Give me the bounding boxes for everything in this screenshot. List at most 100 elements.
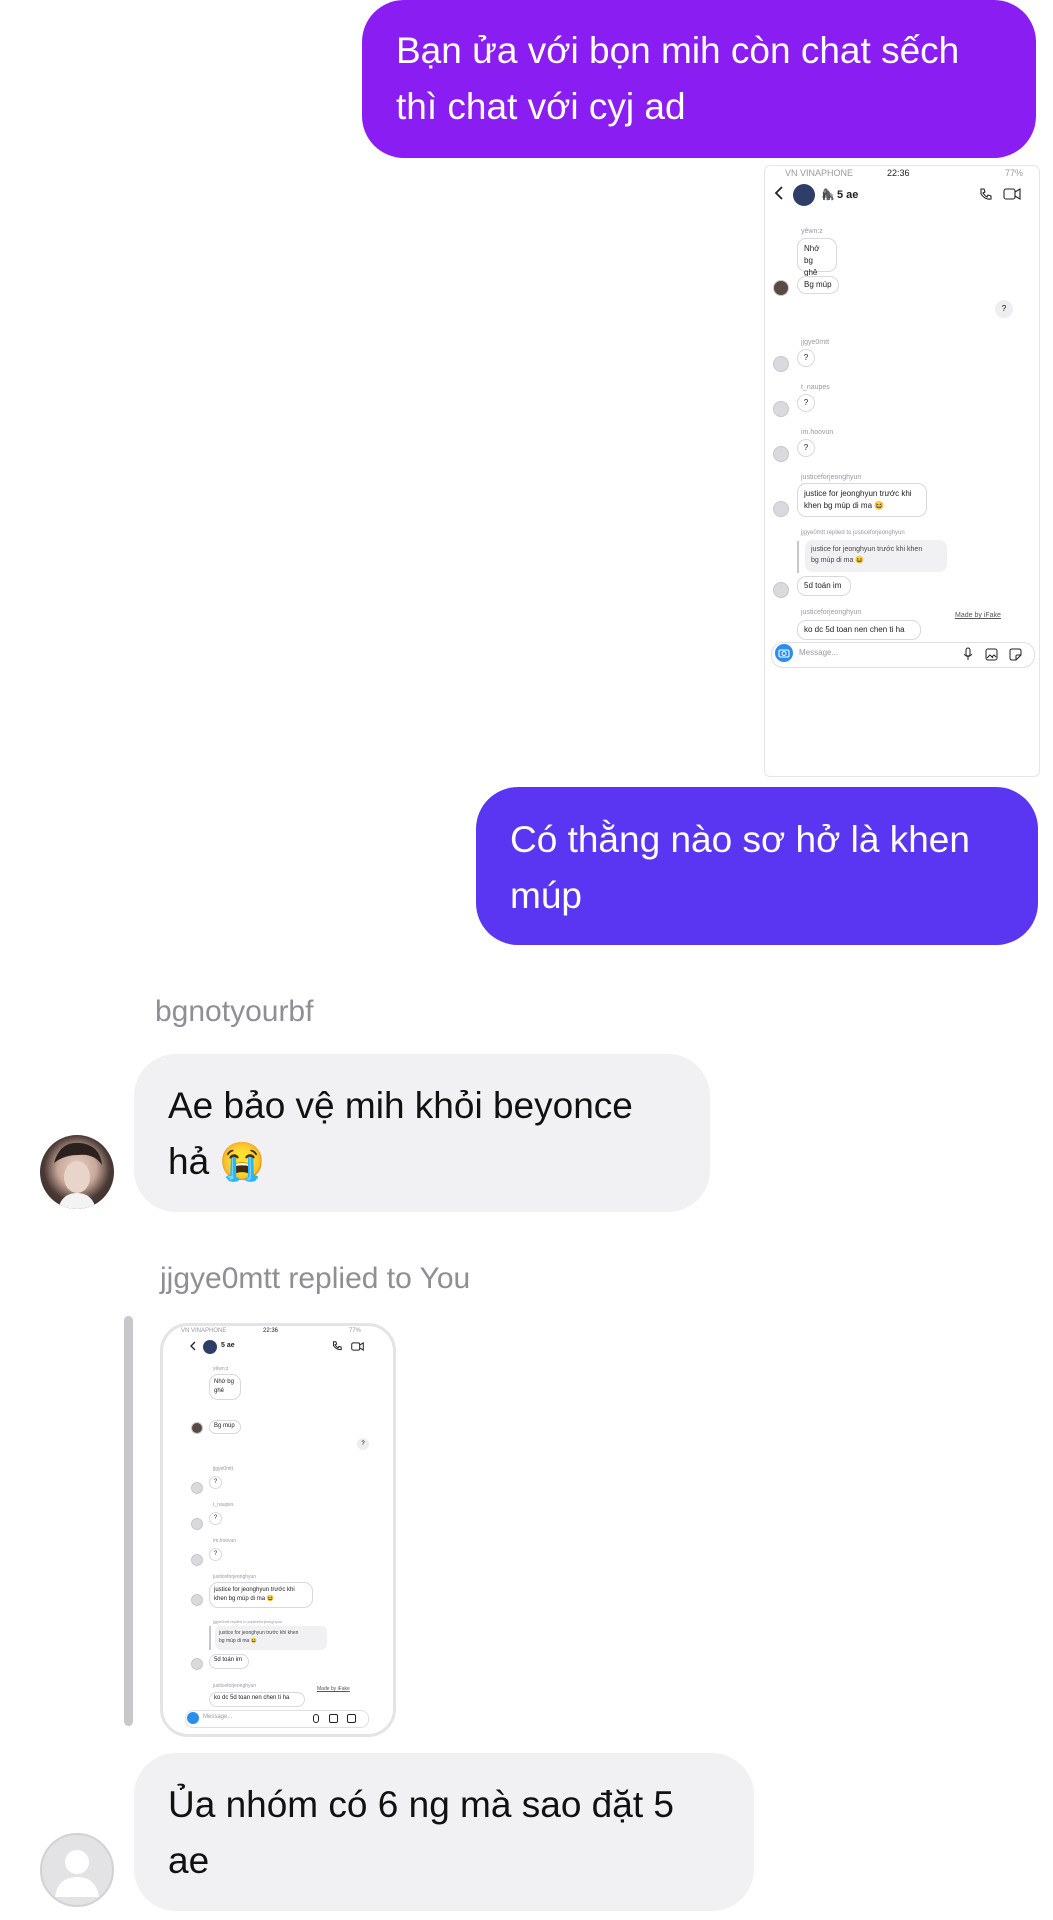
reply-header: jjgye0mtt replied to You bbox=[160, 1262, 471, 1295]
message-text-line: justice for jeonghyun trước khi bbox=[214, 1587, 295, 1593]
sender-name: t_naupes bbox=[801, 384, 830, 391]
camera-icon bbox=[187, 1712, 199, 1724]
message-bubble: ? bbox=[797, 394, 815, 412]
reply-bar bbox=[209, 1626, 211, 1650]
message-bubble: Bg múp bbox=[797, 276, 839, 294]
group-emoji: 🦍 bbox=[821, 189, 835, 201]
reply-quote: justice for jeonghyun trước khi khen bg … bbox=[215, 1626, 327, 1650]
group-avatar bbox=[203, 1340, 217, 1354]
reply-bar bbox=[124, 1316, 133, 1726]
message-text: ko dc 5d toan nen chen ti ha bbox=[804, 625, 905, 634]
sticker-icon bbox=[347, 1714, 356, 1723]
back-chevron-icon bbox=[771, 184, 787, 202]
reply-bar bbox=[797, 541, 799, 573]
shared-screenshot-image[interactable]: VN VINAPHONE 22:36 77% 🦍 5 ae yěwn:z Nhớ… bbox=[764, 165, 1040, 777]
gallery-icon bbox=[329, 1714, 338, 1723]
reply-label: jjgye0mtt replied to justiceforjeonghyun bbox=[801, 530, 905, 536]
message-text-line: justice for jeonghyun trước khi bbox=[804, 489, 912, 498]
status-carrier: VN VINAPHONE bbox=[181, 1328, 227, 1334]
phone-icon bbox=[331, 1340, 343, 1352]
message-bubble: Bg múp bbox=[209, 1420, 241, 1434]
reply-label: jjgye0mtt replied to justiceforjeonghyun bbox=[213, 1619, 283, 1624]
group-name: 5 ae bbox=[221, 1342, 235, 1349]
default-avatar-icon[interactable] bbox=[40, 1833, 114, 1907]
sender-name: justiceforjeonghyun bbox=[213, 1683, 257, 1689]
incoming-message-bubble[interactable]: Ủa nhóm có 6 ng mà sao đặt 5 ae bbox=[134, 1753, 754, 1911]
avatar bbox=[191, 1554, 203, 1566]
sticker-icon bbox=[1007, 646, 1023, 662]
message-text-line: Nhớ bg bbox=[214, 1379, 234, 1385]
message-bubble: ? bbox=[797, 349, 815, 367]
message-bubble: justice for jeonghyun trước khi khen bg … bbox=[797, 483, 927, 517]
avatar bbox=[191, 1518, 203, 1530]
message-text-line: Ae bảo vệ mih khỏi beyonce bbox=[168, 1085, 633, 1126]
message-text-line: Ủa nhóm có 6 ng mà sao đặt 5 bbox=[168, 1784, 674, 1825]
message-placeholder: Message... bbox=[203, 1714, 233, 1720]
status-carrier: VN VINAPHONE bbox=[785, 168, 854, 178]
status-time: 22:36 bbox=[263, 1328, 279, 1334]
reply-quote-line: bg múp di ma 😆 bbox=[811, 557, 865, 564]
message-text-line: hả 😭 bbox=[168, 1141, 266, 1182]
sender-name: im.hoovun bbox=[213, 1538, 237, 1544]
watermark-text: Made by iFake bbox=[955, 612, 1001, 619]
message-text-line: thì chat với cyj ad bbox=[396, 86, 686, 127]
sender-name: justiceforjeonghyun bbox=[801, 609, 862, 616]
message-bubble: Nhớ bg ghê bbox=[797, 238, 837, 277]
message-text-line: khen bg múp di ma 😆 bbox=[214, 1596, 275, 1602]
incoming-message-bubble[interactable]: Ae bảo vệ mih khỏi beyonce hả 😭 bbox=[134, 1054, 710, 1212]
video-call-icon bbox=[349, 1340, 365, 1352]
avatar bbox=[773, 582, 789, 598]
message-bubble: ? bbox=[995, 300, 1013, 318]
message-text: 5d toán im bbox=[214, 1657, 243, 1663]
message-bubble: ? bbox=[209, 1548, 222, 1561]
sender-name: jjgye0mtt bbox=[801, 339, 830, 346]
sender-name: yěwn:z bbox=[801, 228, 823, 235]
avatar bbox=[773, 401, 789, 417]
message-bubble: 5d toán im bbox=[209, 1654, 249, 1669]
reply-quote-line: bg múp di ma 😆 bbox=[219, 1638, 257, 1644]
message-bubble: ko dc 5d toan nen chen ti ha bbox=[797, 620, 921, 640]
message-text-line: ae bbox=[168, 1840, 210, 1881]
avatar bbox=[191, 1482, 203, 1494]
sender-name: bgnotyourbf bbox=[155, 995, 314, 1028]
back-chevron-icon bbox=[187, 1340, 197, 1352]
message-text: ko dc 5d toan nen chen ti ha bbox=[214, 1695, 290, 1701]
outgoing-message-bubble[interactable]: Có thằng nào sơ hở là khen múp bbox=[476, 787, 1038, 945]
group-avatar bbox=[793, 184, 815, 206]
message-text-line: ghê bbox=[214, 1388, 225, 1394]
sender-name: yěwn:z bbox=[213, 1366, 229, 1372]
message-bubble: Nhớ bg ghê bbox=[209, 1374, 241, 1400]
message-text: Bg múp bbox=[804, 280, 832, 289]
avatar[interactable] bbox=[40, 1135, 114, 1209]
microphone-icon bbox=[313, 1714, 319, 1723]
sender-name: jjgye0mtt bbox=[213, 1466, 234, 1472]
microphone-icon bbox=[961, 646, 975, 662]
reply-quote-line: justice for jeonghyun trước khi khen bbox=[219, 1630, 299, 1636]
avatar bbox=[191, 1594, 203, 1606]
avatar bbox=[191, 1658, 203, 1670]
avatar bbox=[773, 356, 789, 372]
sender-name: justiceforjeonghyun bbox=[801, 474, 862, 481]
reply-quote: justice for jeonghyun trước khi khen bg … bbox=[805, 540, 947, 572]
avatar bbox=[773, 501, 789, 517]
avatar bbox=[773, 446, 789, 462]
avatar bbox=[191, 1422, 203, 1434]
replied-screenshot-image[interactable]: VN VINAPHONE 22:36 77% 5 ae yěwn:z Nhớ b… bbox=[160, 1323, 396, 1737]
camera-icon bbox=[775, 644, 793, 662]
message-bubble: ? bbox=[357, 1438, 369, 1450]
video-call-icon bbox=[1001, 186, 1023, 202]
message-bubble: ? bbox=[797, 439, 815, 457]
message-bubble: ? bbox=[209, 1476, 222, 1489]
reply-quote-line: justice for jeonghyun trước khi khen bbox=[811, 546, 923, 553]
message-placeholder: Message... bbox=[799, 648, 839, 657]
message-text-line: múp bbox=[510, 875, 582, 916]
message-text-line: Có thằng nào sơ hở là khen bbox=[510, 819, 970, 860]
phone-icon bbox=[977, 186, 993, 202]
group-name: 5 ae bbox=[837, 189, 859, 201]
outgoing-message-bubble[interactable]: Bạn ửa với bọn mih còn chat sếch thì cha… bbox=[362, 0, 1036, 158]
message-text-line: Bạn ửa với bọn mih còn chat sếch bbox=[396, 30, 960, 71]
message-bubble: justice for jeonghyun trước khi khen bg … bbox=[209, 1582, 313, 1608]
message-bubble: ? bbox=[209, 1512, 222, 1525]
sender-name: im.hoovun bbox=[801, 429, 834, 436]
message-text: 5d toán im bbox=[804, 581, 842, 590]
